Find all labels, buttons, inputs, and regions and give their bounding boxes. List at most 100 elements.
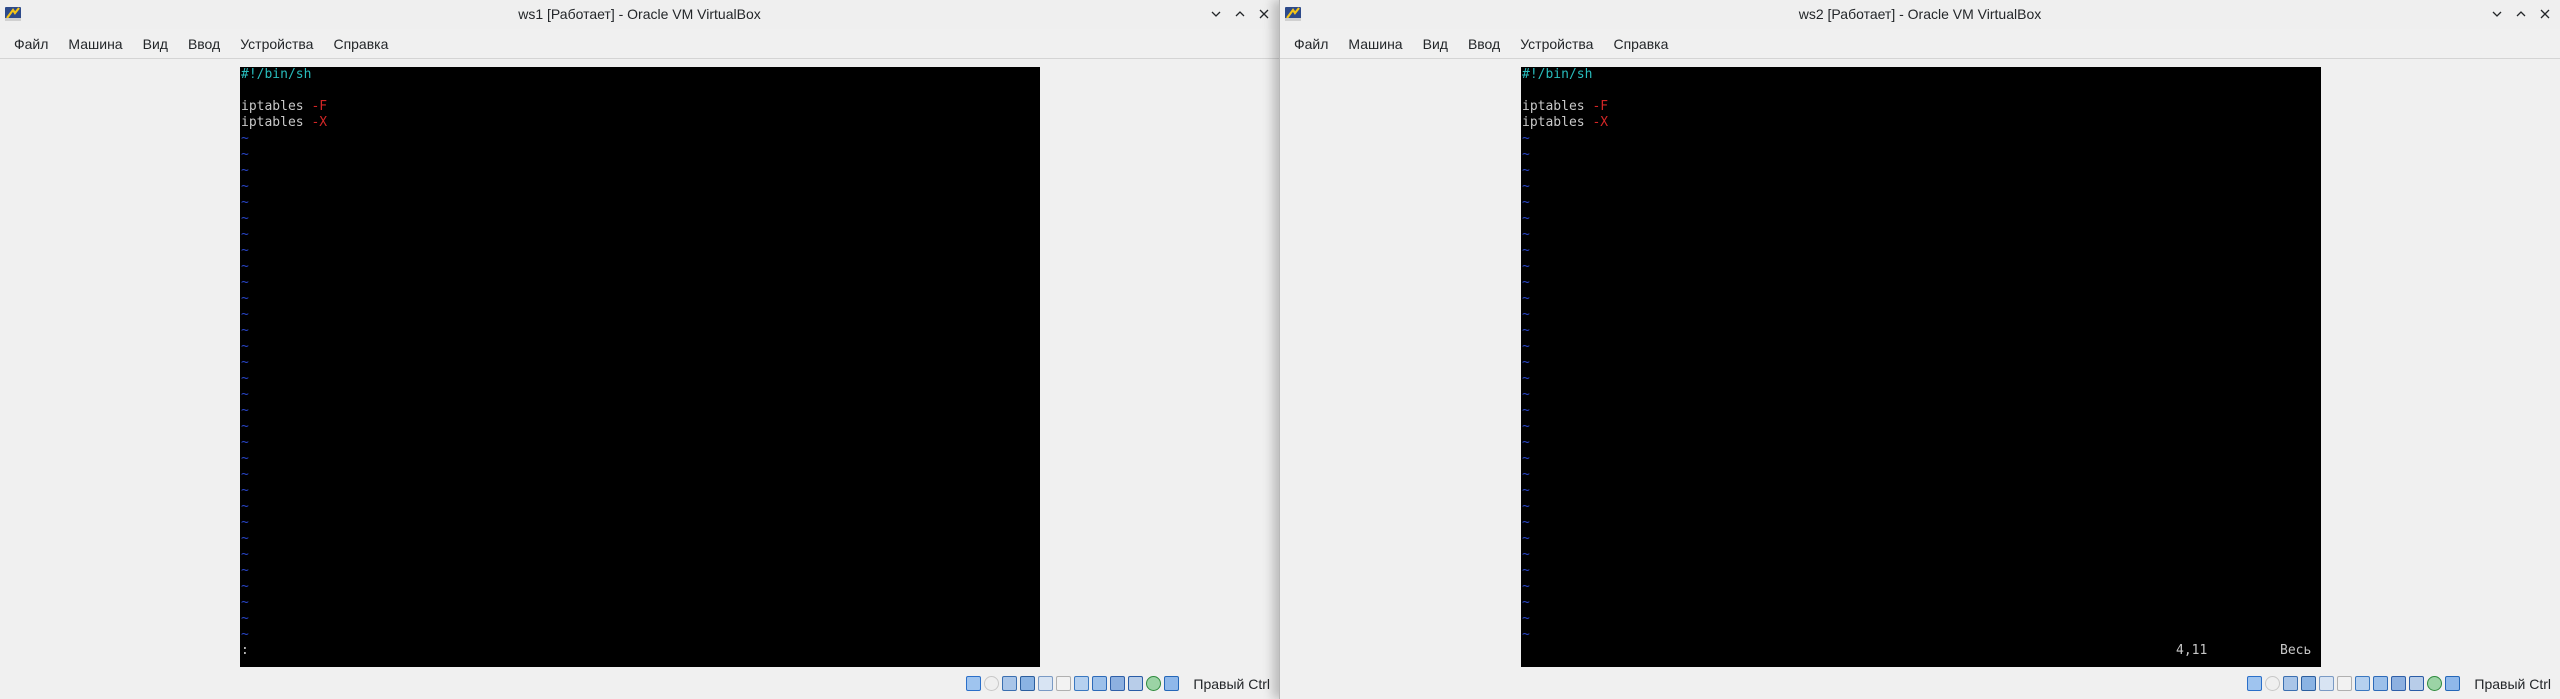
cursor-position: 4,11	[2176, 643, 2208, 658]
close-button[interactable]	[1255, 5, 1273, 23]
status-icons	[2247, 676, 2460, 691]
code-line: iptables -X	[1522, 115, 1608, 131]
tilde-marker: ~	[241, 467, 249, 482]
tilde-marker: ~	[241, 547, 249, 562]
tilde-marker: ~	[1522, 467, 1530, 482]
mouse-integration-icon[interactable]	[2427, 676, 2442, 691]
cpu-icon[interactable]	[1128, 676, 1143, 691]
tilde-marker: ~	[241, 499, 249, 514]
close-icon	[1259, 9, 1269, 19]
tilde-marker: ~	[1522, 307, 1530, 322]
tilde-marker: ~	[1522, 483, 1530, 498]
window-title: ws1 [Работает] - Oracle VM VirtualBox	[518, 6, 761, 22]
minimize-button[interactable]	[2488, 5, 2506, 23]
mouse-integration-icon[interactable]	[1146, 676, 1161, 691]
title-bar[interactable]: ws2 [Работает] - Oracle VM VirtualBox	[1280, 0, 2560, 29]
close-button[interactable]	[2536, 5, 2554, 23]
tilde-marker: ~	[1522, 419, 1530, 434]
command-text: iptables	[1522, 99, 1593, 114]
scroll-indicator: Весь	[2280, 643, 2312, 658]
shared-folders-icon[interactable]	[1056, 676, 1071, 691]
tilde-marker: ~	[1522, 195, 1530, 210]
tilde-marker: ~	[241, 371, 249, 386]
title-bar[interactable]: ws1 [Работает] - Oracle VM VirtualBox	[0, 0, 1279, 29]
menu-view[interactable]: Вид	[1413, 29, 1458, 59]
minimize-button[interactable]	[1207, 5, 1225, 23]
tilde-marker: ~	[1522, 163, 1530, 178]
code-line: iptables -X	[241, 115, 327, 131]
menu-devices[interactable]: Устройства	[1510, 29, 1603, 59]
recording-icon[interactable]	[2391, 676, 2406, 691]
menu-devices[interactable]: Устройства	[230, 29, 323, 59]
vm-screen[interactable]: #!/bin/sh iptables -F iptables -X ~ ~ ~ ~ ~ ~…	[240, 67, 1040, 667]
tilde-marker: ~	[241, 595, 249, 610]
hard-disk-icon[interactable]	[966, 676, 981, 691]
tilde-marker: ~	[1522, 563, 1530, 578]
menu-input[interactable]: Ввод	[178, 29, 230, 59]
menu-machine[interactable]: Машина	[58, 29, 132, 59]
maximize-button[interactable]	[1231, 5, 1249, 23]
menu-input[interactable]: Ввод	[1458, 29, 1510, 59]
tilde-marker: ~	[1522, 275, 1530, 290]
vm-window-ws1: ws1 [Работает] - Oracle VM VirtualBox Фа…	[0, 0, 1279, 699]
menu-bar: Файл Машина Вид Ввод Устройства Справка	[1280, 29, 2560, 59]
display-icon[interactable]	[1074, 676, 1089, 691]
hard-disk-icon[interactable]	[2247, 676, 2262, 691]
audio-icon[interactable]	[2283, 676, 2298, 691]
tilde-marker: ~	[241, 579, 249, 594]
tilde-marker: ~	[241, 403, 249, 418]
usb-icon[interactable]	[2319, 676, 2334, 691]
menu-view[interactable]: Вид	[133, 29, 178, 59]
network-icon[interactable]	[1020, 676, 1035, 691]
command-text: iptables	[241, 99, 312, 114]
network-icon[interactable]	[2301, 676, 2316, 691]
tilde-marker: ~	[1522, 435, 1530, 450]
menu-help[interactable]: Справка	[323, 29, 398, 59]
menu-file[interactable]: Файл	[4, 29, 58, 59]
tilde-marker: ~	[241, 323, 249, 338]
flag-text: -F	[311, 99, 328, 114]
menu-bar: Файл Машина Вид Ввод Устройства Справка	[0, 29, 1279, 59]
tilde-marker: ~	[1522, 403, 1530, 418]
maximize-button[interactable]	[2512, 5, 2530, 23]
tilde-marker: ~	[1522, 371, 1530, 386]
video-capture-icon[interactable]	[1092, 676, 1107, 691]
audio-icon[interactable]	[1002, 676, 1017, 691]
usb-icon[interactable]	[1038, 676, 1053, 691]
tilde-marker: ~	[1522, 147, 1530, 162]
tilde-marker: ~	[1522, 291, 1530, 306]
tilde-marker: ~	[241, 211, 249, 226]
tilde-marker: ~	[1522, 499, 1530, 514]
optical-drive-icon[interactable]	[984, 676, 999, 691]
tilde-marker: ~	[241, 515, 249, 530]
menu-machine[interactable]: Машина	[1338, 29, 1412, 59]
flag-text: -X	[1592, 115, 1609, 130]
display-icon[interactable]	[2355, 676, 2370, 691]
recording-icon[interactable]	[1110, 676, 1125, 691]
tilde-marker: ~	[1522, 227, 1530, 242]
flag-text: -F	[1592, 99, 1609, 114]
tilde-marker: ~	[241, 339, 249, 354]
tilde-marker: ~	[1522, 451, 1530, 466]
tilde-marker: ~	[241, 131, 249, 146]
vim-command-line: :	[241, 643, 249, 658]
tilde-marker: ~	[241, 419, 249, 434]
shared-folders-icon[interactable]	[2337, 676, 2352, 691]
tilde-marker: ~	[241, 179, 249, 194]
video-capture-icon[interactable]	[2373, 676, 2388, 691]
tilde-marker: ~	[241, 483, 249, 498]
tilde-marker: ~	[241, 243, 249, 258]
tilde-marker: ~	[241, 227, 249, 242]
keyboard-icon[interactable]	[1164, 676, 1179, 691]
optical-drive-icon[interactable]	[2265, 676, 2280, 691]
keyboard-icon[interactable]	[2445, 676, 2460, 691]
cpu-icon[interactable]	[2409, 676, 2424, 691]
menu-file[interactable]: Файл	[1284, 29, 1338, 59]
chevron-up-icon	[1235, 11, 1245, 17]
tilde-marker: ~	[1522, 243, 1530, 258]
tilde-marker: ~	[1522, 531, 1530, 546]
menu-help[interactable]: Справка	[1603, 29, 1678, 59]
tilde-marker: ~	[1522, 323, 1530, 338]
vm-screen[interactable]: #!/bin/sh iptables -F iptables -X ~ ~ ~ ~ ~ ~…	[1521, 67, 2321, 667]
tilde-marker: ~	[1522, 179, 1530, 194]
